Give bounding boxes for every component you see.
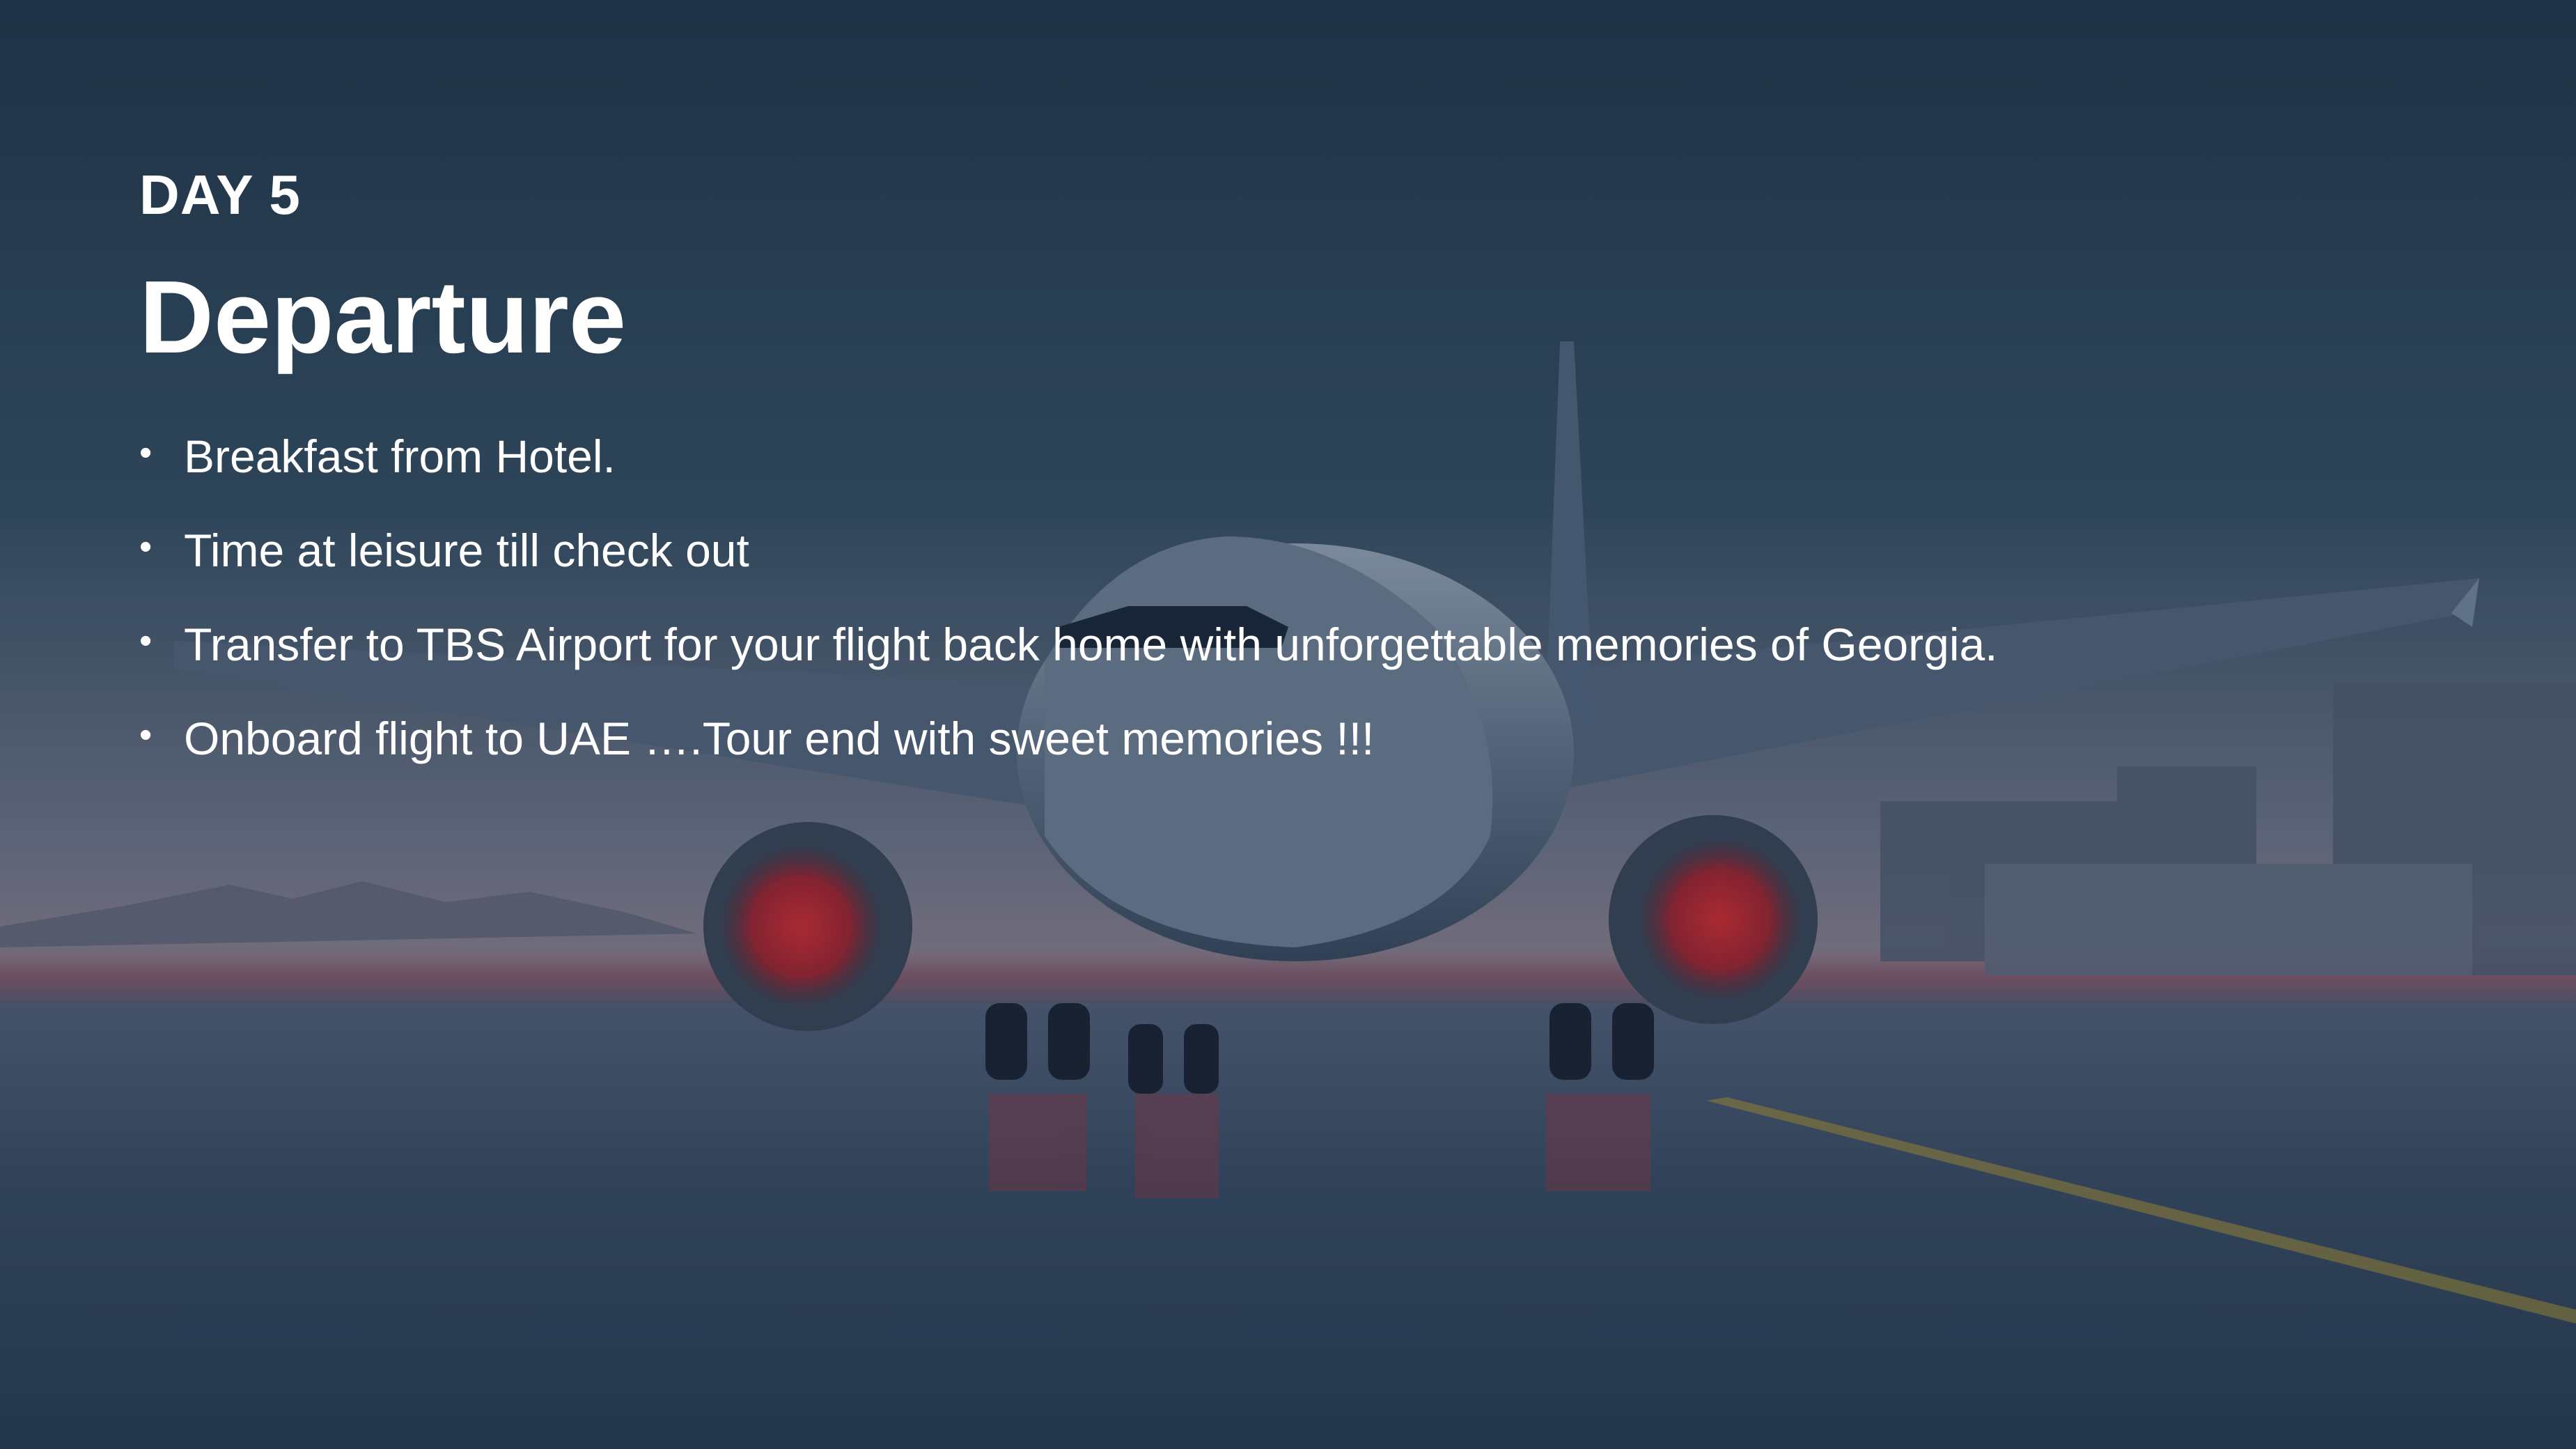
- bullet-dot-icon: •: [139, 433, 153, 473]
- itinerary-content: DAY 5 Departure • Breakfast from Hotel. …: [139, 167, 2437, 809]
- itinerary-bullet-list: • Breakfast from Hotel. • Time at leisur…: [139, 433, 2437, 766]
- bullet-text: Transfer to TBS Airport for your flight …: [184, 619, 1998, 670]
- bullet-dot-icon: •: [139, 527, 153, 567]
- bullet-item: • Time at leisure till check out: [139, 527, 2437, 578]
- bullet-dot-icon: •: [139, 715, 153, 755]
- slide: DAY 5 Departure • Breakfast from Hotel. …: [0, 0, 2576, 1449]
- bullet-text: Time at leisure till check out: [184, 525, 749, 576]
- bullet-text: Breakfast from Hotel.: [184, 431, 616, 482]
- day-label: DAY 5: [139, 164, 301, 226]
- slide-title: Departure: [139, 260, 627, 375]
- bullet-item: • Breakfast from Hotel.: [139, 433, 2437, 483]
- bullet-item: • Transfer to TBS Airport for your fligh…: [139, 621, 2437, 672]
- bullet-item: • Onboard flight to UAE ….Tour end with …: [139, 715, 2437, 766]
- bullet-text: Onboard flight to UAE ….Tour end with sw…: [184, 713, 1375, 764]
- bullet-dot-icon: •: [139, 621, 153, 661]
